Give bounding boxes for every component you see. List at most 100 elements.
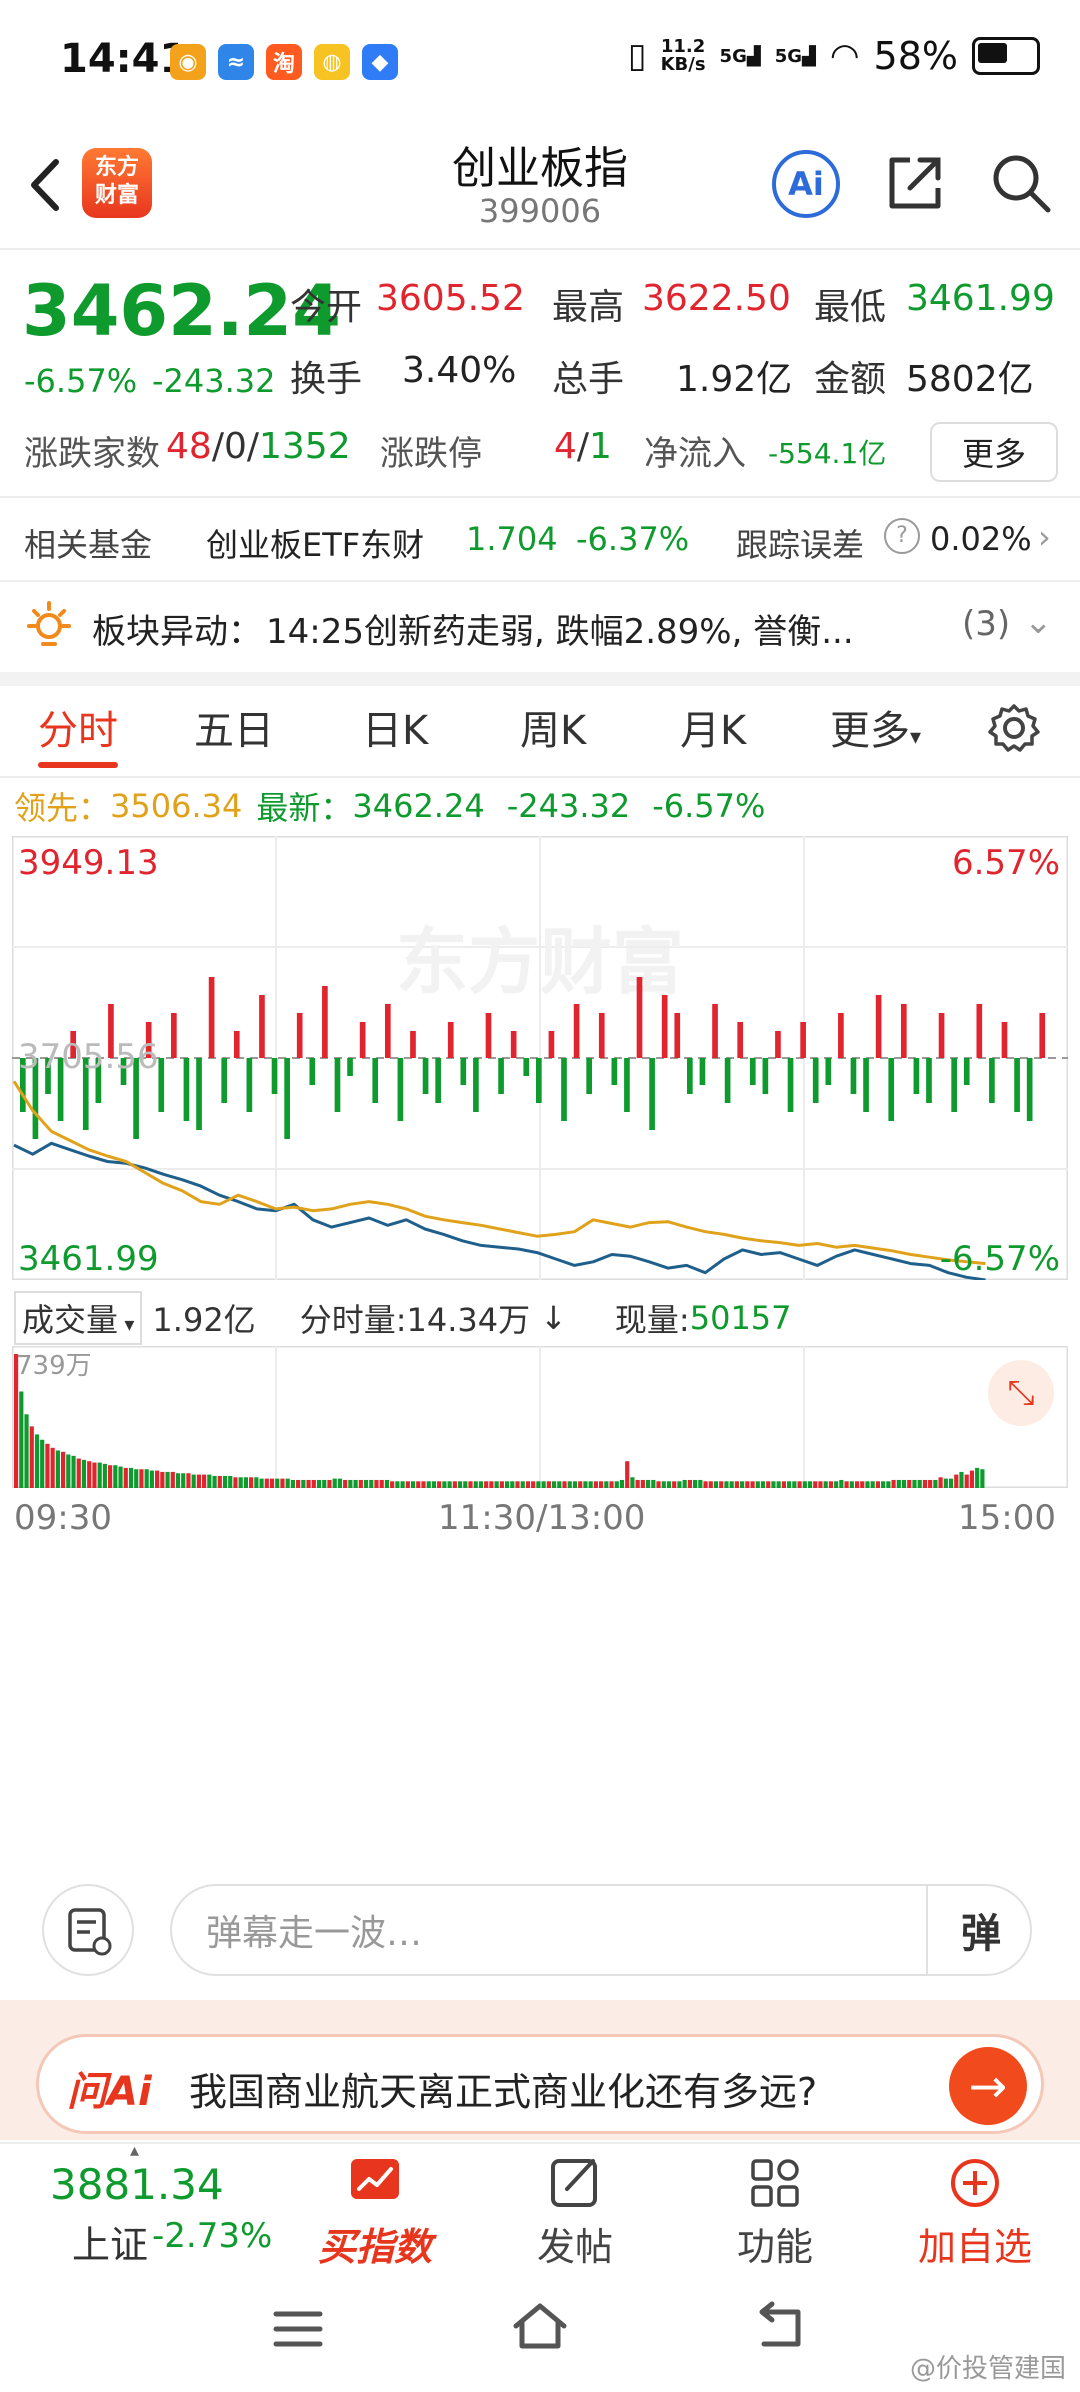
volume-bar	[337, 1478, 343, 1488]
volume-bar	[922, 1479, 928, 1488]
volume-bar	[87, 1461, 92, 1488]
ai-button[interactable]: Ai	[772, 150, 840, 218]
volume-bar	[160, 1471, 165, 1488]
volume-bar	[719, 1481, 724, 1488]
buy-index-button[interactable]: 买指数	[300, 2150, 450, 2271]
volume-bar	[400, 1481, 405, 1488]
volume-bar	[802, 1481, 807, 1488]
tab-more-label: 更多	[830, 708, 910, 754]
volume-bar	[71, 1455, 76, 1488]
volume-bar	[217, 1475, 222, 1488]
volume-bar	[113, 1465, 118, 1488]
volume-bar	[828, 1481, 834, 1488]
expand-icon[interactable]: ⤡	[988, 1360, 1054, 1426]
volume-bar	[813, 1481, 818, 1488]
home-icon[interactable]	[508, 2298, 572, 2354]
eastmoney-logo[interactable]: 东方 财富	[82, 148, 152, 218]
help-icon[interactable]: ?	[884, 518, 920, 554]
sector-alert-row[interactable]: 板块异动： 14:25创新药走弱, 跌幅2.89%, 誉衡... (3) ⌄	[0, 580, 1080, 672]
volume-label: 成交量	[22, 1301, 119, 1339]
volume-bar	[708, 1481, 713, 1488]
status-time: 14:41	[60, 36, 188, 82]
functions-button[interactable]: 功能	[700, 2150, 850, 2271]
volume-bar	[614, 1481, 619, 1488]
net-flow-bar	[1039, 1013, 1046, 1058]
volume-bar	[766, 1481, 771, 1488]
net-flow-bar	[636, 977, 643, 1058]
tab-intraday[interactable]: 分时	[38, 698, 118, 756]
fund-name[interactable]: 创业板ETF东财	[206, 520, 424, 566]
volume-bar	[980, 1469, 985, 1488]
gear-icon[interactable]	[986, 700, 1042, 756]
danmaku-settings-button[interactable]	[42, 1884, 134, 1976]
arrow-right-icon[interactable]: →	[949, 2047, 1027, 2125]
ai-label: Ai	[788, 165, 824, 203]
tab-more[interactable]: 更多▾	[830, 698, 921, 756]
battery-percent: 58%	[873, 34, 958, 78]
volume-bar	[572, 1481, 578, 1488]
back-nav-icon[interactable]	[750, 2300, 810, 2354]
turnover-label: 换手	[290, 359, 363, 400]
danmaku-toggle-button[interactable]: 弹	[926, 1884, 1034, 1976]
time-label-open: 09:30	[14, 1498, 112, 1538]
tab-five-day[interactable]: 五日	[194, 698, 274, 756]
post-button[interactable]: 发帖	[500, 2150, 650, 2271]
danmaku-bar: 弹幕走一波… 弹	[0, 1870, 1080, 1990]
volume-value: 1.92亿	[676, 359, 793, 400]
volume-bar	[907, 1479, 912, 1488]
back-button[interactable]	[20, 150, 80, 220]
net-flow-bar	[938, 1013, 945, 1058]
add-watchlist-button[interactable]: 加自选	[900, 2150, 1050, 2271]
breadth-values: 48/0/1352	[166, 426, 351, 467]
alert-label: 板块异动：	[92, 612, 262, 652]
volume-bar	[463, 1481, 468, 1488]
net-flow-bar	[510, 1031, 517, 1058]
volume-bar	[771, 1481, 776, 1488]
net-flow-bar	[498, 1058, 504, 1094]
volume-bar	[374, 1479, 379, 1488]
net-flow-bar	[384, 1004, 391, 1058]
menu-icon[interactable]	[270, 2304, 326, 2354]
high-value: 3622.50	[642, 278, 791, 319]
danmaku-input[interactable]: 弹幕走一波…	[170, 1884, 1032, 1976]
ai-question-banner: 问Ai 我国商业航天离正式商业化还有多远? →	[0, 2000, 1080, 2140]
volume-bar	[729, 1481, 734, 1488]
net-flow-bar	[1014, 1058, 1020, 1112]
volume-bar	[693, 1479, 698, 1488]
volume-bar	[928, 1479, 933, 1488]
net-flow-bar	[447, 1022, 454, 1058]
tab-weekly-k[interactable]: 周K	[520, 698, 586, 756]
intraday-chart[interactable]: 东方财富 3949.13 6.57% 3705.56 3461.99 -6.57%	[11, 835, 1069, 1282]
volume-chart[interactable]: 739万 ⤡	[11, 1345, 1069, 1489]
volume-bar	[687, 1479, 692, 1488]
volume-bar	[698, 1479, 703, 1488]
chart-tabs: 分时 五日 日K 周K 月K 更多▾	[0, 686, 1080, 778]
related-fund-row[interactable]: 相关基金 创业板ETF东财 1.704 -6.37% 跟踪误差 ? 0.02% …	[0, 496, 1080, 582]
volume-bar	[886, 1481, 891, 1488]
volume-selector[interactable]: 成交量 ▾	[14, 1291, 143, 1345]
search-button[interactable]	[986, 148, 1056, 218]
grid-icon	[751, 2159, 799, 2207]
volume-bar	[97, 1462, 102, 1488]
net-flow-bar	[787, 1058, 794, 1112]
volume-bar	[264, 1478, 269, 1488]
volume-bar	[327, 1479, 332, 1488]
volume-bar	[285, 1478, 290, 1488]
signal-5g-2: 5G▟	[774, 45, 816, 67]
net-flow-bar	[422, 1058, 429, 1094]
net-flow-bar	[611, 1058, 618, 1085]
volume-bar	[343, 1479, 348, 1488]
volume-bar	[212, 1475, 217, 1488]
tab-daily-k[interactable]: 日K	[362, 698, 428, 756]
net-flow-bar	[322, 986, 328, 1058]
volume-bar	[724, 1481, 729, 1488]
volume-bar	[358, 1479, 363, 1488]
ai-question-card[interactable]: 问Ai 我国商业航天离正式商业化还有多远? →	[36, 2034, 1044, 2134]
alert-text: 14:25创新药走弱, 跌幅2.89%, 誉衡...	[266, 612, 854, 652]
volume-bar	[249, 1477, 254, 1488]
share-button[interactable]	[880, 148, 950, 218]
tab-monthly-k[interactable]: 月K	[680, 698, 746, 756]
volume-bar	[954, 1474, 959, 1488]
volume-bar	[489, 1481, 494, 1488]
more-button[interactable]: 更多	[930, 422, 1058, 482]
